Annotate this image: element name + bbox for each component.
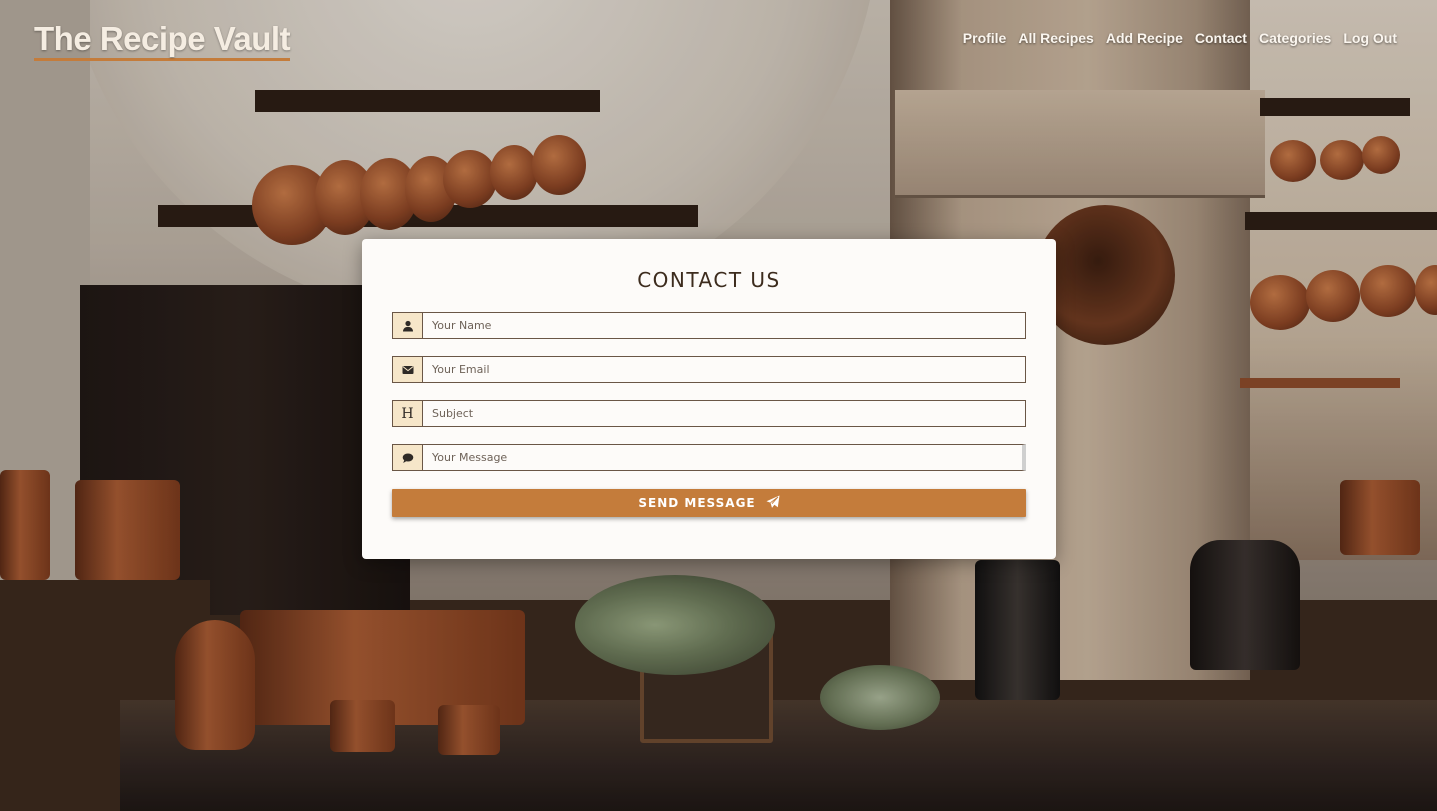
envelope-icon bbox=[392, 356, 422, 383]
paper-plane-icon bbox=[766, 495, 780, 512]
nav-link-log-out[interactable]: Log Out bbox=[1343, 30, 1397, 46]
message-field-group bbox=[392, 444, 1026, 471]
heading-icon: H bbox=[392, 400, 422, 427]
nav-link-profile[interactable]: Profile bbox=[963, 30, 1007, 46]
site-logo[interactable]: The Recipe Vault bbox=[34, 20, 291, 61]
contact-form-card: CONTACT US H SEND MESSAGE bbox=[362, 239, 1056, 559]
nav-link-categories[interactable]: Categories bbox=[1259, 30, 1331, 46]
email-field-group bbox=[392, 356, 1026, 383]
subject-input[interactable] bbox=[422, 400, 1026, 427]
nav-link-add-recipe[interactable]: Add Recipe bbox=[1106, 30, 1183, 46]
nav-link-contact[interactable]: Contact bbox=[1195, 30, 1247, 46]
name-field-group bbox=[392, 312, 1026, 339]
send-message-label: SEND MESSAGE bbox=[638, 496, 756, 510]
subject-field-group: H bbox=[392, 400, 1026, 427]
message-textarea[interactable] bbox=[422, 444, 1026, 471]
name-input[interactable] bbox=[422, 312, 1026, 339]
email-input[interactable] bbox=[422, 356, 1026, 383]
user-icon bbox=[392, 312, 422, 339]
main-nav: Profile All Recipes Add Recipe Contact C… bbox=[963, 30, 1397, 46]
send-message-button[interactable]: SEND MESSAGE bbox=[392, 489, 1026, 517]
contact-heading: CONTACT US bbox=[637, 268, 781, 292]
comment-icon bbox=[392, 444, 422, 471]
nav-link-all-recipes[interactable]: All Recipes bbox=[1018, 30, 1093, 46]
